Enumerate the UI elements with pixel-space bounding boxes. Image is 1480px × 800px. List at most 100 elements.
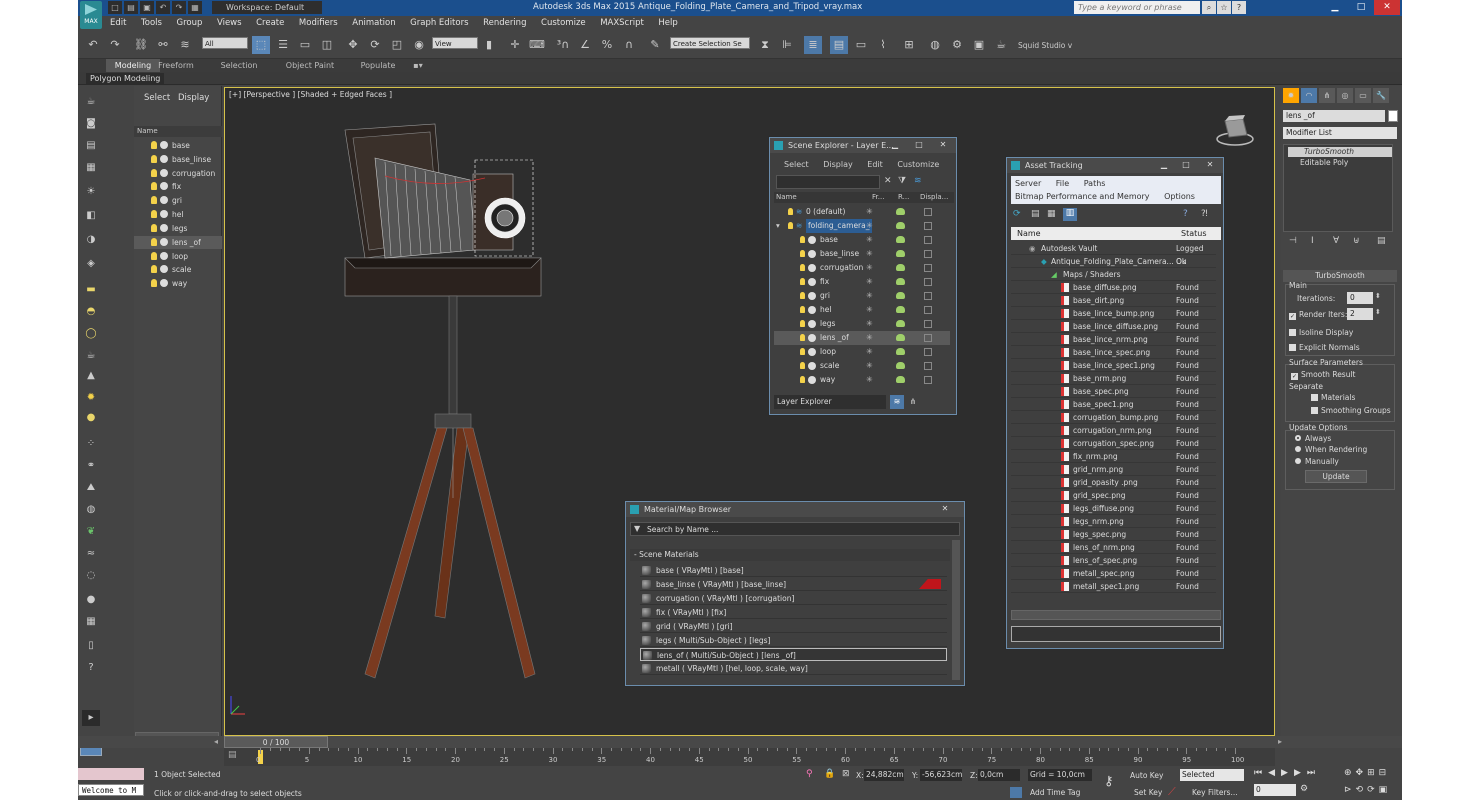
- name-column-header[interactable]: Name: [134, 126, 222, 137]
- key-mode-dropdown[interactable]: Selected: [1180, 769, 1244, 781]
- display-icon[interactable]: [924, 292, 932, 300]
- checkbox-checked-icon[interactable]: ✓: [1289, 313, 1296, 320]
- render-teapot-icon[interactable]: [896, 362, 905, 369]
- layer-explorer-icon[interactable]: ≣: [804, 36, 822, 54]
- menu-customize[interactable]: Customize: [535, 16, 592, 30]
- asset-map-row[interactable]: base_lince_spec.png Found: [1011, 346, 1216, 359]
- freeze-icon[interactable]: ✳: [866, 317, 873, 331]
- render-teapot-icon[interactable]: [896, 222, 905, 229]
- layer-icon[interactable]: ▤: [82, 138, 100, 154]
- motion-tab-icon[interactable]: ◎: [1337, 88, 1353, 103]
- light-bulb-icon[interactable]: [151, 252, 157, 260]
- light-bulb-icon[interactable]: [800, 264, 805, 271]
- display-icon[interactable]: [924, 334, 932, 342]
- render-teapot-icon[interactable]: [896, 292, 905, 299]
- viewport-nav-controls-2[interactable]: ⊳⟲⟳▣: [1344, 785, 1391, 795]
- asset-map-row[interactable]: fix_nrm.png Found: [1011, 450, 1216, 463]
- layer-row-corrugation[interactable]: corrugation ✳: [774, 261, 950, 275]
- render-teapot-icon[interactable]: [896, 208, 905, 215]
- thumbnail-icon[interactable]: ▦: [1047, 209, 1056, 219]
- asset-map-row[interactable]: metall_spec1.png Found: [1011, 580, 1216, 593]
- configure-sets-icon[interactable]: ▤: [1377, 236, 1386, 246]
- light-bulb-icon[interactable]: [151, 224, 157, 232]
- scene-item-gri[interactable]: gri: [134, 194, 222, 207]
- radio-selected-icon[interactable]: [1295, 435, 1301, 441]
- utilities-tab-icon[interactable]: 🔧: [1373, 88, 1389, 103]
- named-selection-dropdown[interactable]: Create Selection Se: [670, 37, 750, 49]
- modifier-list-dropdown[interactable]: Modifier List: [1283, 127, 1397, 139]
- display-tab-icon[interactable]: ▭: [1355, 88, 1371, 103]
- scene-item-loop[interactable]: loop: [134, 250, 222, 263]
- y-coordinate-field[interactable]: -56,623cm: [920, 769, 962, 781]
- column-display[interactable]: Displa...: [920, 192, 948, 203]
- filter-icon[interactable]: ⧩: [898, 176, 906, 186]
- stack-item-turbosmooth[interactable]: TurboSmooth: [1288, 147, 1392, 157]
- time-slider-thumb[interactable]: 0 / 100: [224, 736, 328, 748]
- select-object-icon[interactable]: ⬚: [252, 36, 270, 54]
- layer-explorer-title[interactable]: Scene Explorer - Layer E...: [770, 138, 956, 153]
- display-icon[interactable]: [924, 376, 932, 384]
- maximize-icon[interactable]: □: [910, 139, 928, 151]
- menu-modifiers[interactable]: Modifiers: [293, 16, 344, 30]
- isoline-checkbox[interactable]: Isoline Display: [1289, 328, 1353, 337]
- asset-file-row[interactable]: ◆ Antique_Folding_Plate_Camera... Ok: [1011, 255, 1216, 268]
- material-item[interactable]: grid ( VRayMtl ) [gri]: [640, 620, 947, 633]
- hair-icon[interactable]: ≈: [82, 546, 100, 562]
- freeze-icon[interactable]: ✳: [866, 205, 873, 219]
- asset-map-row[interactable]: base_spec1.png Found: [1011, 398, 1216, 411]
- iterations-input[interactable]: 0: [1347, 292, 1373, 304]
- light-bulb-icon[interactable]: [151, 155, 157, 163]
- menu-graph-editors[interactable]: Graph Editors: [404, 16, 474, 30]
- light-bulb-icon[interactable]: [151, 279, 157, 287]
- scene-item-way[interactable]: way: [134, 277, 222, 290]
- edit-named-selection-icon[interactable]: ✎: [646, 36, 664, 54]
- material-scrollbar[interactable]: [952, 540, 960, 680]
- asset-path-field[interactable]: [1011, 626, 1221, 642]
- sun-icon[interactable]: ✹: [82, 390, 100, 406]
- unlink-icon[interactable]: ⚯: [154, 36, 172, 54]
- set-key-button[interactable]: Set Key: [1134, 788, 1162, 797]
- asset-horizontal-scrollbar[interactable]: [1011, 610, 1221, 620]
- percent-snap-icon[interactable]: %: [598, 36, 616, 54]
- menu-tools[interactable]: Tools: [135, 16, 168, 30]
- render-teapot-icon[interactable]: [896, 334, 905, 341]
- material-item[interactable]: fix ( VRayMtl ) [fix]: [640, 606, 947, 619]
- column-name[interactable]: Name: [776, 192, 797, 203]
- playback-controls[interactable]: ⏮◀▶▶⏭: [1254, 768, 1321, 778]
- freeze-icon[interactable]: ✳: [866, 345, 873, 359]
- search-input[interactable]: Type a keyword or phrase: [1074, 1, 1200, 14]
- menu-options[interactable]: Options: [1164, 192, 1195, 201]
- rect-selection-icon[interactable]: ▭: [296, 36, 314, 54]
- material-item-selected[interactable]: lens_of ( Multi/Sub-Object ) [lens _of]: [640, 648, 947, 661]
- teapot-icon[interactable]: ☕: [82, 94, 100, 110]
- plant-icon[interactable]: ❦: [82, 524, 100, 540]
- asset-map-row[interactable]: base_lince_spec1.png Found: [1011, 359, 1216, 372]
- mountain-icon[interactable]: ⛰: [82, 480, 100, 496]
- layer-row-fix[interactable]: fix ✳: [774, 275, 950, 289]
- place-icon[interactable]: ◉: [410, 36, 428, 54]
- light-bulb-icon[interactable]: [800, 334, 805, 341]
- iterations-spinner-icon[interactable]: ⬍: [1375, 292, 1381, 300]
- material-search-input[interactable]: Search by Name ...: [647, 525, 718, 534]
- collapse-arrow-icon[interactable]: ▾: [776, 219, 780, 233]
- light-bulb-icon[interactable]: [800, 362, 805, 369]
- circle-icon[interactable]: ●: [82, 410, 100, 426]
- render-teapot-icon[interactable]: [896, 278, 905, 285]
- asset-map-row[interactable]: grid_opasity .png Found: [1011, 476, 1216, 489]
- radio-icon[interactable]: [1295, 458, 1301, 464]
- light-bulb-icon[interactable]: [788, 208, 793, 215]
- set-key-icon[interactable]: ⟋: [1168, 785, 1176, 799]
- explicit-normals-checkbox[interactable]: Explicit Normals: [1289, 343, 1360, 352]
- sphere-white-icon[interactable]: ●: [82, 592, 100, 608]
- menu-maxscript[interactable]: MAXScript: [594, 16, 650, 30]
- render-teapot-icon[interactable]: [896, 348, 905, 355]
- options-arrow-icon[interactable]: ▼: [634, 524, 640, 533]
- scene-item-legs[interactable]: legs: [134, 222, 222, 235]
- light-bulb-icon[interactable]: [800, 292, 805, 299]
- render-iters-spinner-icon[interactable]: ⬍: [1375, 308, 1381, 316]
- display-icon[interactable]: [924, 348, 932, 356]
- checkbox-icon[interactable]: [1289, 344, 1296, 351]
- layer-row-legs[interactable]: legs ✳: [774, 317, 950, 331]
- table-view-icon[interactable]: ▥: [1063, 208, 1077, 221]
- asset-map-row[interactable]: base_nrm.png Found: [1011, 372, 1216, 385]
